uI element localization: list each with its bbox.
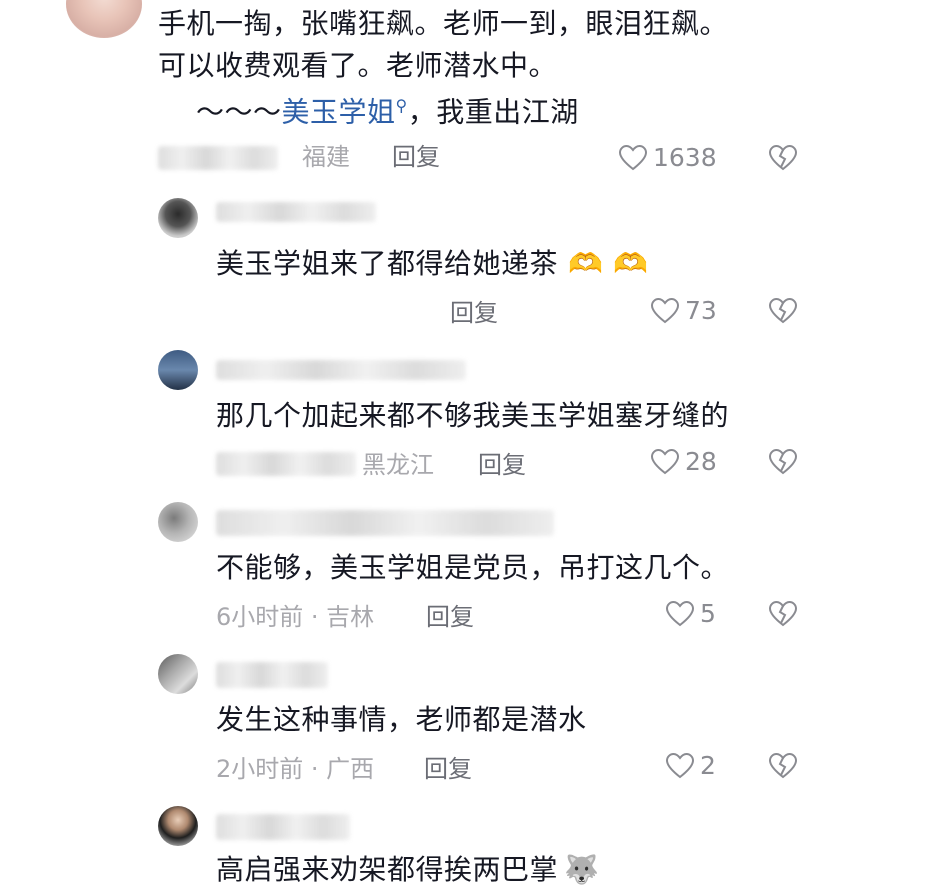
heart-icon[interactable] xyxy=(665,751,695,781)
location: 福建 xyxy=(302,143,350,171)
avatar[interactable] xyxy=(158,198,198,238)
location: 黑龙江 xyxy=(362,451,434,479)
comment-text: 那几个加起来都不够我美玉学姐塞牙缝的 xyxy=(216,399,730,432)
dislike-icon[interactable] xyxy=(768,143,798,173)
comment-text: 发生这种事情，老师都是潜水 xyxy=(216,703,587,736)
comment-text: 美玉学姐来了都得给她递茶 🫶 🫶 xyxy=(216,246,649,282)
timestamp-location: 6小时前 · 吉林 xyxy=(216,603,375,631)
dislike-icon[interactable] xyxy=(768,751,798,781)
comment-text-content: 高启强来劝架都得挨两巴掌 xyxy=(216,853,559,886)
search-icon[interactable]: ⚲ xyxy=(396,96,408,115)
heart-icon[interactable] xyxy=(665,599,695,629)
reply-button[interactable]: 回复 xyxy=(426,602,474,632)
dislike-icon[interactable] xyxy=(768,296,798,326)
reply-button[interactable]: 回复 xyxy=(392,142,440,172)
heart-icon[interactable] xyxy=(650,447,680,477)
like-count: 1638 xyxy=(653,143,717,172)
comment-text-line: 可以收费观看了。老师潜水中。 xyxy=(158,49,558,82)
blurred-username xyxy=(216,202,376,222)
blurred-username xyxy=(216,662,328,688)
dislike-icon[interactable] xyxy=(768,599,798,629)
avatar[interactable] xyxy=(158,350,198,390)
comment-text-content: 美玉学姐来了都得给她递茶 xyxy=(216,247,559,280)
blurred-username xyxy=(216,360,466,380)
avatar[interactable] xyxy=(158,806,198,846)
like-count: 73 xyxy=(685,296,717,325)
comment-text: 不能够，美玉学姐是党员，吊打这几个。 xyxy=(216,551,730,584)
reply-button[interactable]: 回复 xyxy=(424,754,472,784)
search-link[interactable]: 美玉学姐 xyxy=(282,95,396,128)
heart-icon[interactable] xyxy=(618,143,648,173)
comment-text-line: 手机一掏，张嘴狂飙。老师一到，眼泪狂飙。 xyxy=(158,7,729,40)
like-count: 2 xyxy=(700,751,716,780)
avatar[interactable] xyxy=(66,0,142,38)
like-count: 5 xyxy=(700,599,716,628)
reply-button[interactable]: 回复 xyxy=(478,450,526,480)
heart-icon[interactable] xyxy=(650,296,680,326)
blurred-timestamp xyxy=(216,452,356,476)
timestamp-location: 2小时前 · 广西 xyxy=(216,755,375,783)
finger-heart-emoji: 🫶 xyxy=(568,247,604,280)
blurred-username xyxy=(216,814,350,840)
blurred-username xyxy=(216,510,554,536)
comment-text-line: ～～～美玉学姐⚲，我重出江湖 xyxy=(196,88,579,130)
comment-text: 高启强来劝架都得挨两巴掌 🐺 xyxy=(216,852,599,888)
decoration-text: ～～～ xyxy=(196,95,282,129)
blurred-timestamp xyxy=(158,146,278,170)
avatar[interactable] xyxy=(158,654,198,694)
dislike-icon[interactable] xyxy=(768,447,798,477)
avatar[interactable] xyxy=(158,502,198,542)
comment-text-suffix: ，我重出江湖 xyxy=(407,95,579,129)
reply-button[interactable]: 回复 xyxy=(450,298,498,328)
wolf-emoji: 🐺 xyxy=(564,853,600,886)
finger-heart-emoji: 🫶 xyxy=(613,247,649,280)
like-count: 28 xyxy=(685,447,717,476)
